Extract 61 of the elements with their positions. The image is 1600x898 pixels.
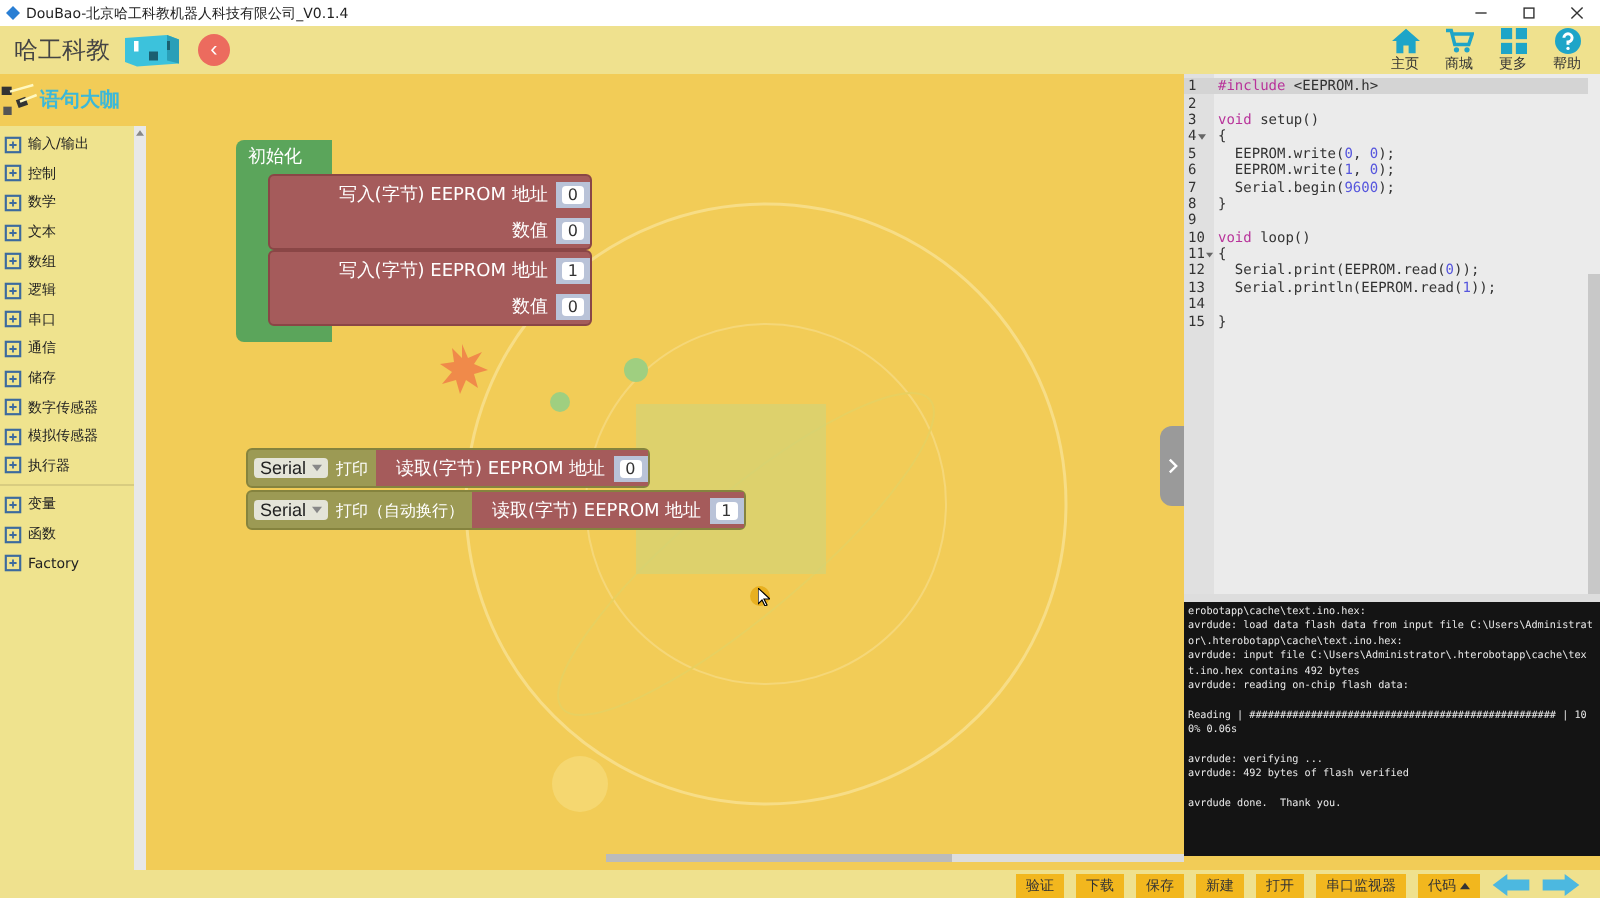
category-icon	[4, 427, 22, 446]
category-icon	[4, 369, 22, 388]
arrow-right-icon[interactable]	[1542, 874, 1580, 896]
category-icon	[4, 525, 22, 544]
house-icon	[1391, 27, 1419, 53]
category-icon	[4, 554, 22, 573]
scroll-up-icon	[136, 130, 144, 136]
collapse-handle[interactable]	[1160, 426, 1184, 506]
number-field[interactable]: 1	[715, 501, 738, 519]
category-icon	[4, 281, 22, 300]
category-icon	[4, 456, 22, 475]
number-field[interactable]: 0	[561, 185, 584, 203]
minimize-icon[interactable]	[1474, 6, 1488, 20]
category-icon	[4, 495, 22, 514]
gadget-drawing	[0, 80, 40, 120]
toolbox-title: 语句大咖	[40, 87, 120, 114]
dropdown-caret-icon	[312, 506, 323, 514]
dropdown-caret-icon	[312, 464, 323, 472]
block-label: 写入(字节) EEPROM 地址	[338, 183, 548, 207]
number-field[interactable]: 0	[561, 297, 584, 315]
category-icon	[4, 339, 22, 358]
fold-caret-icon[interactable]	[1206, 251, 1214, 258]
eeprom-read-block[interactable]: 读取(字节) EEPROM 地址 0	[376, 450, 648, 486]
maximize-icon[interactable]	[1522, 6, 1536, 20]
scrollbar-thumb[interactable]	[606, 854, 953, 862]
port-dropdown[interactable]: Serial	[254, 458, 329, 478]
category-icon	[4, 398, 22, 417]
port-dropdown[interactable]: Serial	[254, 500, 329, 520]
tiles-icon	[1499, 27, 1527, 53]
block-label: 数值	[511, 219, 548, 243]
category-icon	[4, 164, 22, 183]
setup-block[interactable]: 初始化 写入(字节) EEPROM 地址 0 数值 0 写入(字节) EEPROM 地址 1 数值 0	[236, 140, 592, 342]
category-icon	[4, 135, 22, 154]
eeprom-write-block[interactable]: 写入(字节) EEPROM 地址 1 数值 0	[268, 250, 592, 326]
number-field[interactable]: 1	[561, 261, 584, 279]
arrow-left-icon[interactable]	[1492, 874, 1530, 896]
scrollbar[interactable]	[134, 126, 146, 870]
fold-caret-icon[interactable]	[1198, 133, 1207, 140]
app-icon	[6, 6, 20, 20]
brand-name: 哈工科教	[14, 33, 110, 67]
mouse-cursor-icon	[758, 588, 770, 606]
eeprom-write-block[interactable]: 写入(字节) EEPROM 地址 0 数值 0	[268, 174, 592, 250]
cube-logo-icon	[122, 30, 182, 70]
eeprom-read-block[interactable]: 读取(字节) EEPROM 地址 1	[472, 492, 744, 528]
category-icon	[4, 193, 22, 212]
number-field[interactable]: 0	[561, 221, 584, 239]
category-icon	[4, 223, 22, 242]
serial-print-block[interactable]: Serial 打印（自动换行） 读取(字节) EEPROM 地址 1	[246, 490, 746, 530]
category-icon	[4, 310, 22, 329]
block-label: 打印	[336, 457, 369, 479]
chevron-right-icon	[1167, 458, 1177, 474]
cart-icon	[1445, 27, 1473, 53]
number-field[interactable]: 0	[619, 459, 642, 477]
block-label: 写入(字节) EEPROM 地址	[338, 259, 548, 283]
block-label: 数值	[511, 295, 548, 319]
serial-print-block[interactable]: Serial 打印 读取(字节) EEPROM 地址 0	[246, 448, 650, 488]
code-editor[interactable]	[1184, 74, 1600, 594]
category-icon	[4, 252, 22, 271]
caret-up-icon	[1460, 882, 1470, 890]
block-label: 打印（自动换行）	[336, 499, 465, 521]
close-icon[interactable]	[1570, 6, 1584, 20]
